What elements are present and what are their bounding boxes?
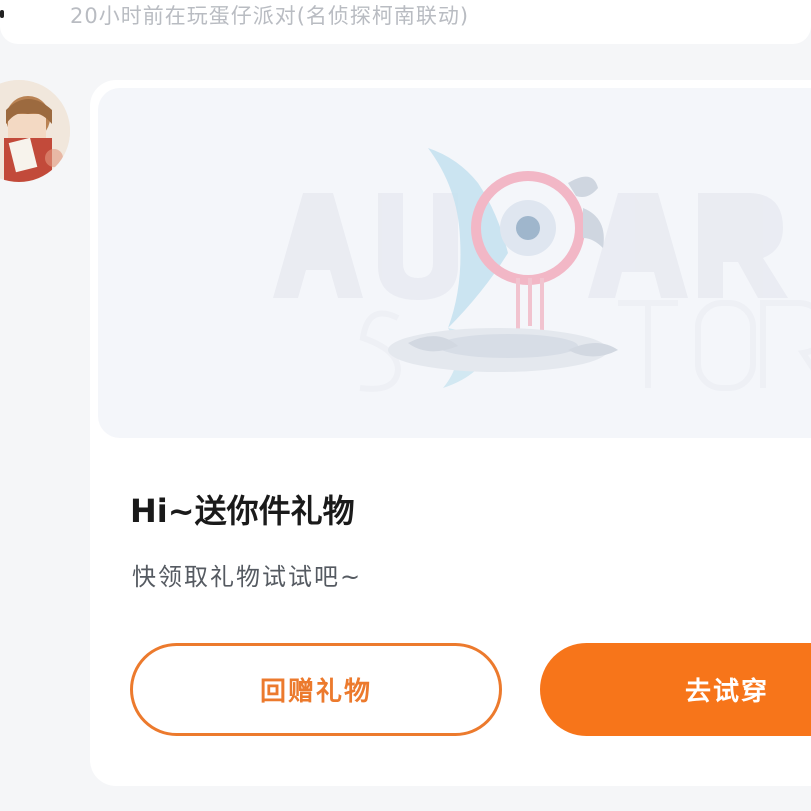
previous-message-strip: 20小时前在玩蛋仔派对(名侦探柯南联动) bbox=[0, 0, 811, 44]
avatar-store-logo-icon bbox=[273, 148, 811, 392]
corner-mark bbox=[0, 10, 4, 18]
gift-card: Hi~送你件礼物 快领取礼物试试吧~ 回赠礼物 去试穿 bbox=[90, 80, 811, 786]
avatar-image bbox=[0, 80, 70, 182]
play-status-text: 20小时前在玩蛋仔派对(名侦探柯南联动) bbox=[70, 4, 470, 28]
return-gift-button[interactable]: 回赠礼物 bbox=[130, 643, 502, 736]
try-on-label: 去试穿 bbox=[685, 677, 770, 707]
gift-subtitle: 快领取礼物试试吧~ bbox=[132, 563, 363, 591]
gift-banner bbox=[98, 88, 811, 438]
avatar[interactable] bbox=[0, 80, 70, 182]
try-on-button[interactable]: 去试穿 bbox=[540, 643, 811, 736]
chat-screen: 20小时前在玩蛋仔派对(名侦探柯南联动) Hi~送你件礼物 快领取礼物试试吧~ … bbox=[0, 0, 811, 811]
return-gift-label: 回赠礼物 bbox=[259, 677, 372, 707]
gift-title: Hi~送你件礼物 bbox=[130, 492, 355, 530]
